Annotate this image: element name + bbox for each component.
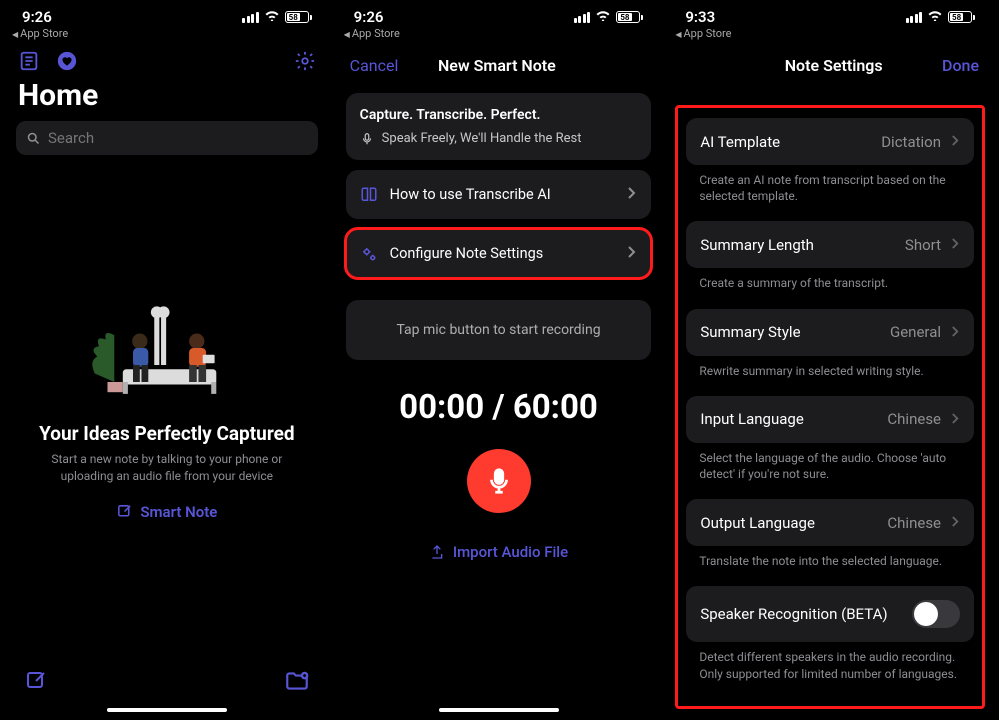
setting-description: Create an AI note from transcript based … xyxy=(681,165,979,216)
tap-hint: Tap mic button to start recording xyxy=(346,300,652,360)
chevron-right-icon xyxy=(951,513,960,532)
mic-record-button[interactable] xyxy=(467,449,531,513)
setting-ai-template[interactable]: AI Template Dictation xyxy=(686,118,974,165)
cancel-button[interactable]: Cancel xyxy=(350,56,399,75)
intro-card: Capture. Transcribe. Perfect. Speak Free… xyxy=(346,93,652,160)
chevron-right-icon xyxy=(951,235,960,254)
settings-highlight-box: AI Template Dictation Create an AI note … xyxy=(675,105,985,709)
wifi-icon xyxy=(264,9,280,25)
chevron-right-icon xyxy=(627,244,637,263)
timer: 00:00 / 60:00 xyxy=(334,388,664,427)
battery-icon: 58 xyxy=(616,11,643,23)
setting-label: Speaker Recognition (BETA) xyxy=(700,605,902,623)
screen-new-note: 9:26 58 App Store Cancel New Smart Note … xyxy=(334,2,666,718)
setting-input-language[interactable]: Input Language Chinese xyxy=(686,396,974,443)
setting-description: Detect different speakers in the audio r… xyxy=(681,642,979,693)
battery-icon: 58 xyxy=(948,11,975,23)
row-howto[interactable]: How to use Transcribe AI xyxy=(346,170,652,219)
setting-label: AI Template xyxy=(700,133,871,151)
search-field[interactable] xyxy=(16,121,318,155)
heart-icon[interactable] xyxy=(56,50,78,72)
gears-icon xyxy=(360,245,378,263)
setting-summary-length[interactable]: Summary Length Short xyxy=(686,221,974,268)
status-bar: 9:26 58 xyxy=(334,2,664,26)
new-note-icon[interactable] xyxy=(24,668,48,694)
search-icon xyxy=(26,131,41,146)
wifi-icon xyxy=(927,9,943,25)
import-label: Import Audio File xyxy=(453,543,568,561)
row-configure-label: Configure Note Settings xyxy=(390,245,616,262)
status-bar: 9:26 58 xyxy=(2,2,332,26)
setting-label: Summary Style xyxy=(700,323,880,341)
intro-caption: Capture. Transcribe. Perfect. xyxy=(360,107,638,123)
signal-icon xyxy=(242,12,259,23)
setting-description: Select the language of the audio. Choose… xyxy=(681,443,979,494)
intro-subtitle: Speak Freely, We'll Handle the Rest xyxy=(382,131,582,146)
setting-output-language[interactable]: Output Language Chinese xyxy=(686,499,974,546)
signal-icon xyxy=(574,12,591,23)
top-icons xyxy=(2,42,332,78)
setting-value: Chinese xyxy=(887,514,941,532)
back-to-appstore[interactable]: App Store xyxy=(2,26,332,42)
upload-icon xyxy=(429,544,445,560)
setting-speaker-recognition[interactable]: Speaker Recognition (BETA) xyxy=(686,586,974,642)
done-button[interactable]: Done xyxy=(942,56,979,75)
settings-title: Note Settings xyxy=(785,56,883,75)
home-indicator xyxy=(107,708,227,712)
smart-note-button[interactable]: Smart Note xyxy=(116,503,217,521)
gear-icon[interactable] xyxy=(294,50,316,72)
setting-description: Rewrite summary in selected writing styl… xyxy=(681,356,979,391)
setting-description: Create a summary of the transcript. xyxy=(681,268,979,303)
chevron-right-icon xyxy=(951,410,960,429)
hero-title: Your Ideas Perfectly Captured xyxy=(39,422,294,445)
hero-subtitle: Start a new note by talking to your phon… xyxy=(32,451,302,485)
row-howto-label: How to use Transcribe AI xyxy=(390,186,616,203)
book-icon xyxy=(360,186,378,204)
back-to-appstore[interactable]: App Store xyxy=(334,26,664,42)
setting-description: Translate the note into the selected lan… xyxy=(681,546,979,581)
setting-label: Input Language xyxy=(700,410,877,428)
row-configure-settings[interactable]: Configure Note Settings xyxy=(346,229,652,278)
setting-value: Chinese xyxy=(887,410,941,428)
bottom-icons xyxy=(2,654,332,702)
compose-icon xyxy=(116,503,133,520)
notes-icon[interactable] xyxy=(18,50,40,72)
status-bar: 9:33 58 xyxy=(665,2,995,26)
folder-add-icon[interactable] xyxy=(284,668,310,694)
mic-small-icon xyxy=(360,132,374,146)
wifi-icon xyxy=(595,9,611,25)
chevron-right-icon xyxy=(627,185,637,204)
status-right: 58 xyxy=(242,9,312,25)
chevron-right-icon xyxy=(951,132,960,151)
settings-header: Note Settings Done xyxy=(665,42,995,105)
search-input[interactable] xyxy=(48,129,308,147)
status-time: 9:26 xyxy=(354,8,384,26)
hero: Your Ideas Perfectly Captured Start a ne… xyxy=(2,155,332,654)
smart-note-label: Smart Note xyxy=(140,503,217,521)
battery-icon: 58 xyxy=(285,11,312,23)
setting-value: Dictation xyxy=(881,133,941,151)
screen-home: 9:26 58 App Store Home xyxy=(2,2,334,718)
signal-icon xyxy=(906,12,923,23)
setting-label: Output Language xyxy=(700,514,877,532)
toggle-switch[interactable] xyxy=(912,600,960,628)
home-indicator xyxy=(439,708,559,712)
chevron-right-icon xyxy=(951,323,960,342)
setting-label: Summary Length xyxy=(700,236,895,254)
modal-title: New Smart Note xyxy=(438,56,556,75)
back-to-appstore[interactable]: App Store xyxy=(665,26,995,42)
setting-summary-style[interactable]: Summary Style General xyxy=(686,309,974,356)
setting-value: General xyxy=(890,323,941,341)
import-audio-button[interactable]: Import Audio File xyxy=(334,543,664,561)
page-title: Home xyxy=(2,78,332,121)
status-time: 9:26 xyxy=(22,8,52,26)
setting-value: Short xyxy=(905,236,941,254)
hero-illustration xyxy=(82,288,252,408)
modal-header: Cancel New Smart Note xyxy=(334,42,664,93)
status-time: 9:33 xyxy=(685,8,715,26)
screen-note-settings: 9:33 58 App Store Note Settings Done AI … xyxy=(665,2,997,718)
